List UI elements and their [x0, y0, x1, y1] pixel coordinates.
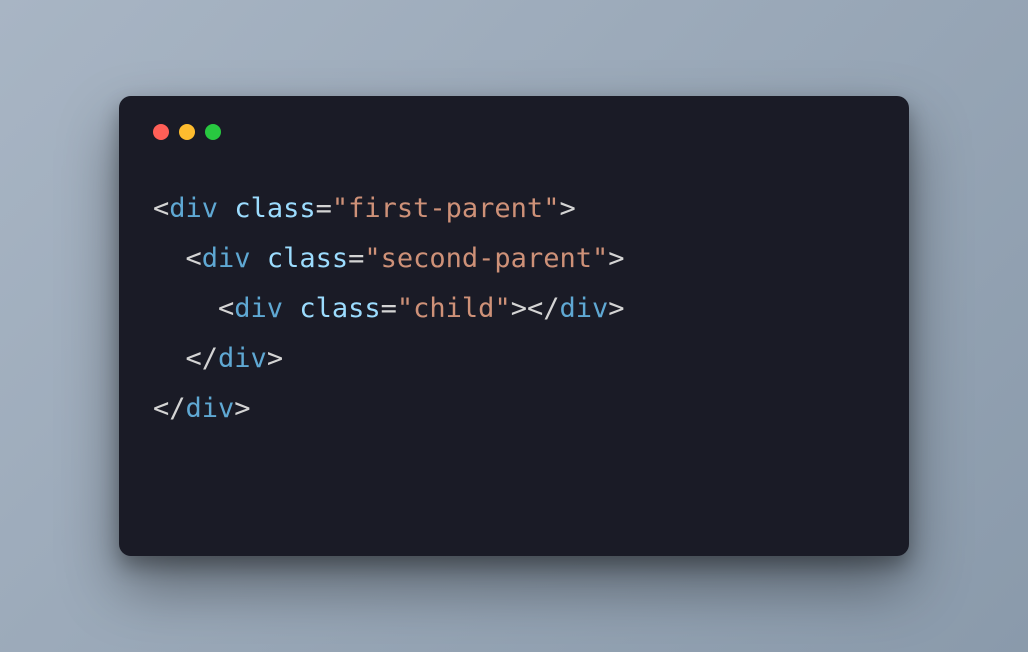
attr-name: class [299, 293, 380, 324]
code-line: </div> [153, 334, 875, 384]
attr-name: class [234, 193, 315, 224]
tag-name: div [234, 293, 283, 324]
code-line: <div class="second-parent"> [153, 234, 875, 284]
attr-value: first-parent [348, 193, 543, 224]
attr-value: second-parent [381, 243, 592, 274]
tag-name: div [559, 293, 608, 324]
code-content: <div class="first-parent"> <div class="s… [153, 184, 875, 434]
code-line: <div class="first-parent"> [153, 184, 875, 234]
tag-name: div [169, 193, 218, 224]
maximize-icon[interactable] [205, 124, 221, 140]
code-line: </div> [153, 384, 875, 434]
traffic-lights [153, 124, 875, 140]
minimize-icon[interactable] [179, 124, 195, 140]
code-window: <div class="first-parent"> <div class="s… [119, 96, 909, 556]
attr-name: class [267, 243, 348, 274]
attr-value: child [413, 293, 494, 324]
close-icon[interactable] [153, 124, 169, 140]
tag-name: div [202, 243, 251, 274]
tag-name: div [218, 343, 267, 374]
tag-name: div [186, 393, 235, 424]
code-line: <div class="child"></div> [153, 284, 875, 334]
